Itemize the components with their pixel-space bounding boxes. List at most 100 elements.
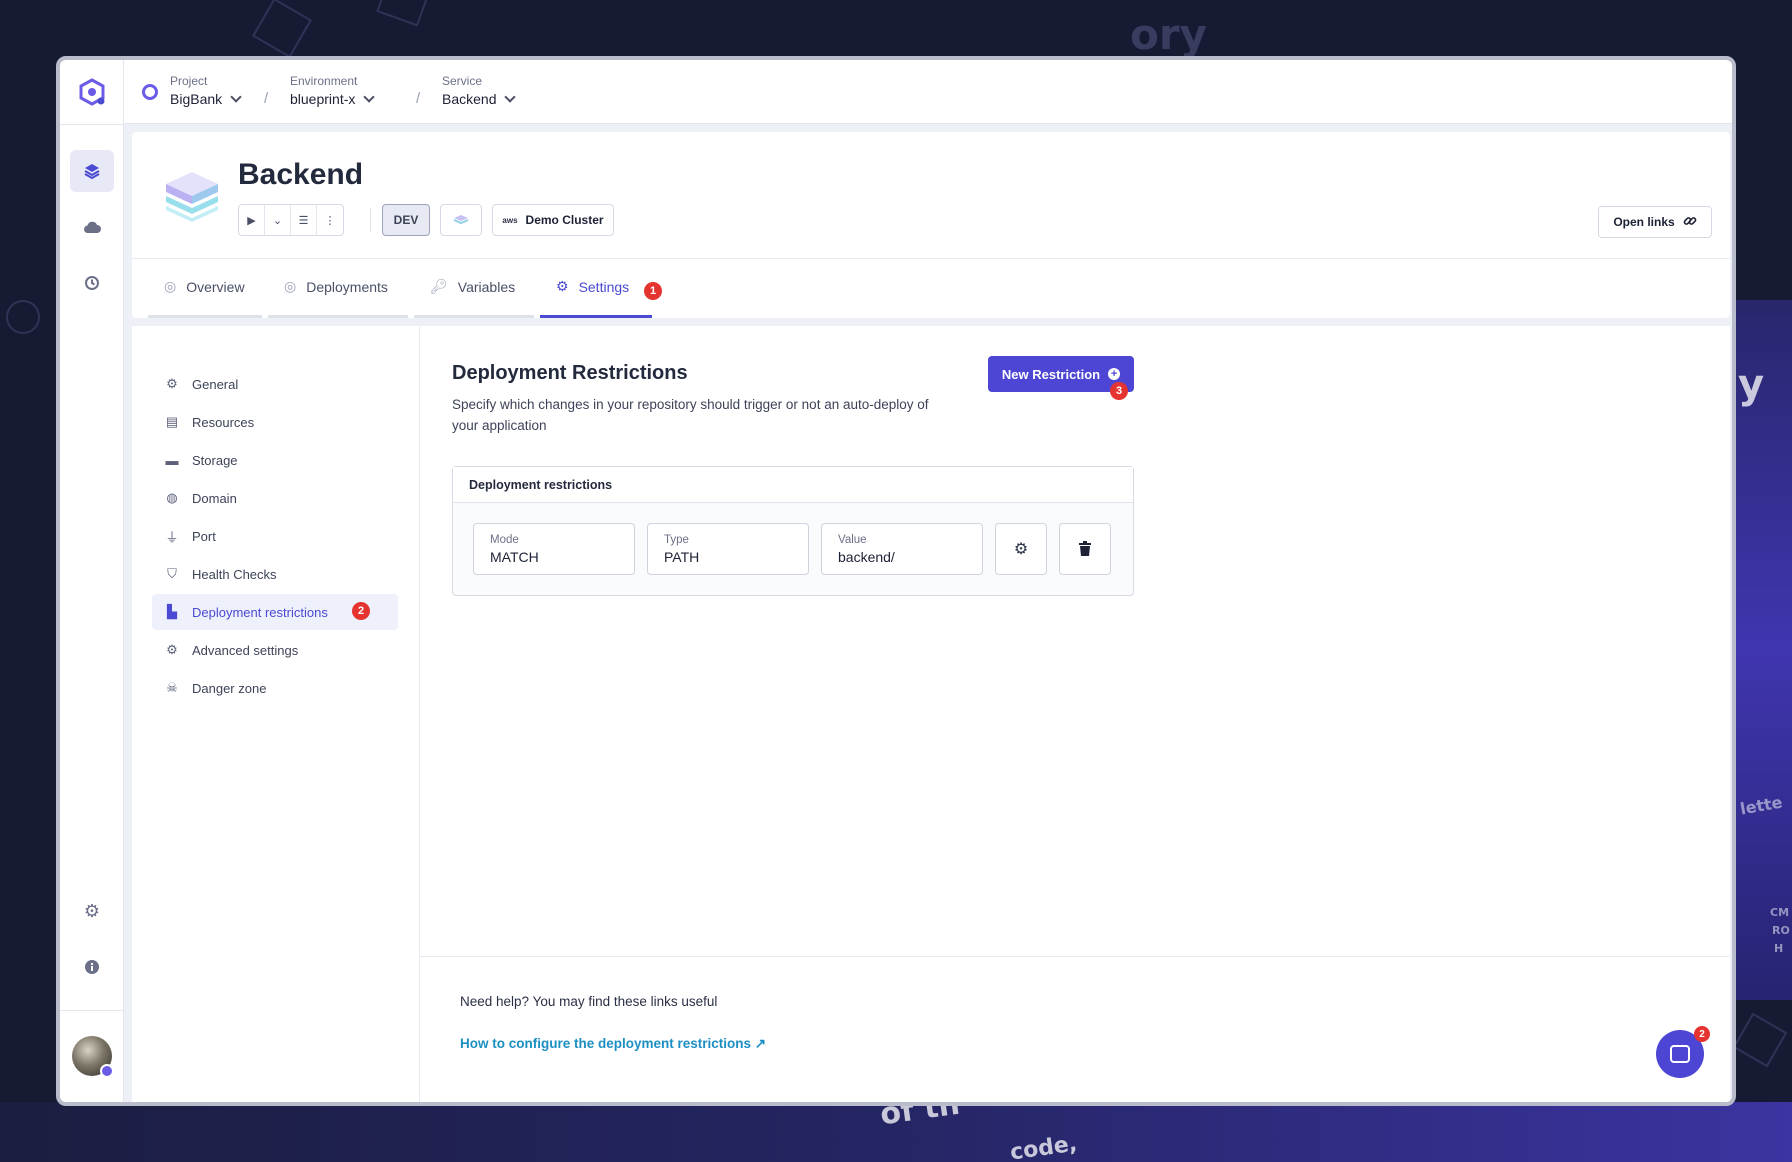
- tab-deployments[interactable]: ◎ Deployments: [268, 258, 408, 318]
- delete-trash-icon[interactable]: [1059, 523, 1111, 575]
- resources-icon: ▤: [165, 414, 179, 429]
- settings-nav-label: General: [192, 376, 239, 392]
- settings-nav-label: Resources: [192, 414, 255, 430]
- divider: [420, 956, 1730, 957]
- globe-icon: ◍: [166, 490, 178, 505]
- source-icon[interactable]: [440, 204, 482, 236]
- tab-overview[interactable]: ◎ Overview: [148, 258, 262, 318]
- field-value: backend/: [838, 549, 895, 565]
- settings-nav-storage[interactable]: ▬ Storage: [152, 442, 398, 478]
- edit-restriction-gear-icon[interactable]: ⚙: [995, 523, 1047, 575]
- cluster-tag[interactable]: aws Demo Cluster: [492, 204, 614, 236]
- new-restriction-button[interactable]: New Restriction + 3: [988, 356, 1134, 400]
- logs-icon[interactable]: ☰: [291, 205, 317, 235]
- breadcrumb-value: Backend: [442, 91, 497, 107]
- section-description: Specify which changes in your repository…: [452, 397, 929, 433]
- settings-nav-danger-zone[interactable]: ☠ Danger zone: [152, 670, 398, 706]
- settings-nav-general[interactable]: ⚙ General: [152, 366, 398, 402]
- background-cube: [376, 0, 428, 27]
- circle-icon: ◎: [284, 278, 297, 294]
- shield-icon: ⛉: [167, 566, 177, 581]
- background-word: ory: [1130, 10, 1207, 59]
- top-bar: Project BigBank / Environment blueprint-…: [124, 60, 1732, 124]
- value-field[interactable]: Value backend/: [821, 523, 983, 575]
- external-link-icon: ↗: [754, 1036, 767, 1051]
- field-label: Type: [664, 534, 689, 546]
- app-window: ⚙ Project BigBank / Environment blueprin…: [56, 56, 1736, 1106]
- breadcrumb-separator: /: [416, 90, 421, 107]
- left-rail: ⚙: [60, 60, 124, 1102]
- restrictions-box: Deployment restrictions Mode MATCH Type …: [452, 466, 1134, 596]
- breadcrumb-service[interactable]: Service Backend: [442, 74, 517, 107]
- breadcrumb-project[interactable]: Project BigBank: [170, 74, 242, 107]
- gear-icon: ⚙: [556, 278, 569, 294]
- chat-badge: 2: [1694, 1026, 1710, 1042]
- services-layers-icon[interactable]: [70, 150, 114, 192]
- service-header: Backend ▶ ⌄ ☰ ⋮ DEV aws Demo Cluster Ope…: [132, 132, 1730, 318]
- field-label: Mode: [490, 534, 519, 546]
- chat-icon: [1670, 1045, 1690, 1063]
- tab-variables[interactable]: 🔑︎ Variables: [414, 258, 534, 318]
- divider: [370, 208, 371, 232]
- breadcrumb-label: Project: [170, 74, 208, 88]
- mode-field[interactable]: Mode MATCH: [473, 523, 635, 575]
- service-actions: ▶ ⌄ ☰ ⋮: [238, 204, 344, 236]
- step-badge: 2: [352, 602, 370, 620]
- more-vertical-icon[interactable]: ⋮: [317, 205, 343, 235]
- help-link-label: How to configure the deployment restrict…: [460, 1036, 752, 1051]
- background-word: RO: [1772, 924, 1790, 937]
- background-word: H: [1774, 942, 1784, 955]
- tab-label: Settings: [578, 278, 630, 295]
- avatar-org-badge: [100, 1064, 114, 1078]
- restriction-icon: ▙: [167, 604, 177, 619]
- environment-tag[interactable]: DEV: [382, 204, 430, 236]
- chevron-down-icon: [363, 91, 376, 103]
- chevron-down-icon[interactable]: ⌄: [265, 205, 291, 235]
- breadcrumb-label: Environment: [290, 74, 358, 88]
- settings-nav-label: Advanced settings: [192, 642, 299, 658]
- breadcrumb-environment[interactable]: Environment blueprint-x: [290, 74, 376, 107]
- background-cube: [251, 0, 313, 59]
- settings-nav-domain[interactable]: ◍ Domain: [152, 480, 398, 516]
- chevron-down-icon: [230, 91, 242, 103]
- divider: [60, 1010, 124, 1011]
- tab-label: Overview: [186, 278, 245, 295]
- tab-settings[interactable]: ⚙ Settings 1: [540, 258, 662, 318]
- cluster-name: Demo Cluster: [525, 213, 604, 227]
- settings-nav-label: Danger zone: [192, 680, 267, 696]
- cloud-icon[interactable]: [70, 206, 114, 248]
- play-icon[interactable]: ▶: [239, 205, 265, 235]
- open-links-button[interactable]: Open links: [1598, 206, 1712, 238]
- background-ring: [6, 300, 40, 334]
- settings-nav-port[interactable]: ⏚ Port: [152, 518, 398, 554]
- help-link[interactable]: How to configure the deployment restrict…: [460, 1036, 766, 1052]
- gears-icon: ⚙: [166, 642, 178, 657]
- settings-nav-advanced-settings[interactable]: ⚙ Advanced settings: [152, 632, 398, 668]
- settings-nav-label: Deployment restrictions: [192, 604, 328, 620]
- service-cube-icon: [162, 168, 222, 224]
- storage-icon: ▬: [165, 452, 179, 468]
- settings-nav-label: Domain: [192, 490, 237, 506]
- avatar[interactable]: [72, 1036, 114, 1078]
- settings-nav-label: Health Checks: [192, 566, 277, 582]
- settings-nav-deployment-restrictions[interactable]: ▙ Deployment restrictions 2: [152, 594, 398, 630]
- field-value: MATCH: [490, 549, 539, 565]
- plug-icon: ⏚: [165, 529, 179, 545]
- breadcrumb-label: Service: [442, 74, 483, 88]
- settings-nav-health-checks[interactable]: ⛉ Health Checks: [152, 556, 398, 592]
- settings-nav-resources[interactable]: ▤ Resources: [152, 404, 398, 440]
- history-icon[interactable]: [70, 262, 114, 304]
- type-field[interactable]: Type PATH: [647, 523, 809, 575]
- new-restriction-label: New Restriction: [1001, 366, 1101, 382]
- chat-button[interactable]: 2: [1656, 1026, 1710, 1078]
- aws-logo-icon: aws: [502, 215, 518, 225]
- settings-gear-icon[interactable]: ⚙: [70, 890, 114, 932]
- background-cube: [1732, 1012, 1788, 1068]
- settings-panel: ⚙ General ▤ Resources ▬ Storage ◍ Domain…: [132, 326, 1730, 1102]
- step-badge: 1: [644, 282, 662, 300]
- info-icon[interactable]: [70, 946, 114, 988]
- app-logo-icon[interactable]: [76, 76, 108, 108]
- project-icon: [142, 84, 158, 100]
- key-icon: 🔑︎: [430, 278, 448, 294]
- plus-circle-icon: +: [1108, 368, 1121, 380]
